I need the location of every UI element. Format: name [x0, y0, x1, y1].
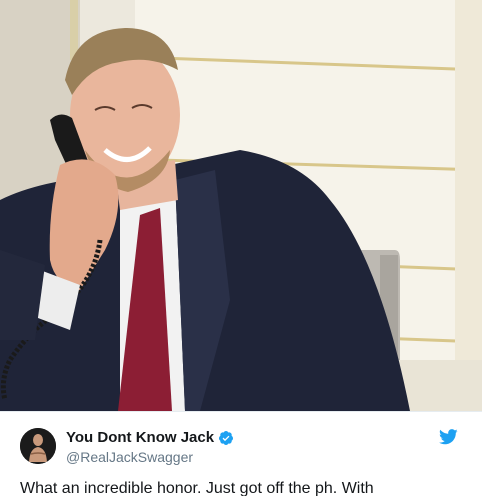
- tweet-body: You Dont Know Jack @RealJackSwagger What…: [0, 412, 482, 496]
- verified-badge-icon: [218, 430, 234, 446]
- author-names: You Dont Know Jack @RealJackSwagger: [66, 429, 234, 466]
- tweet-photo[interactable]: [0, 0, 482, 411]
- handle[interactable]: @RealJackSwagger: [66, 448, 234, 466]
- display-name[interactable]: You Dont Know Jack: [66, 429, 214, 447]
- tweet-card: You Dont Know Jack @RealJackSwagger What…: [0, 0, 482, 496]
- twitter-bird-icon[interactable]: [439, 429, 458, 445]
- tweet-text: What an incredible honor. Just got off t…: [20, 480, 374, 496]
- avatar[interactable]: [20, 428, 56, 464]
